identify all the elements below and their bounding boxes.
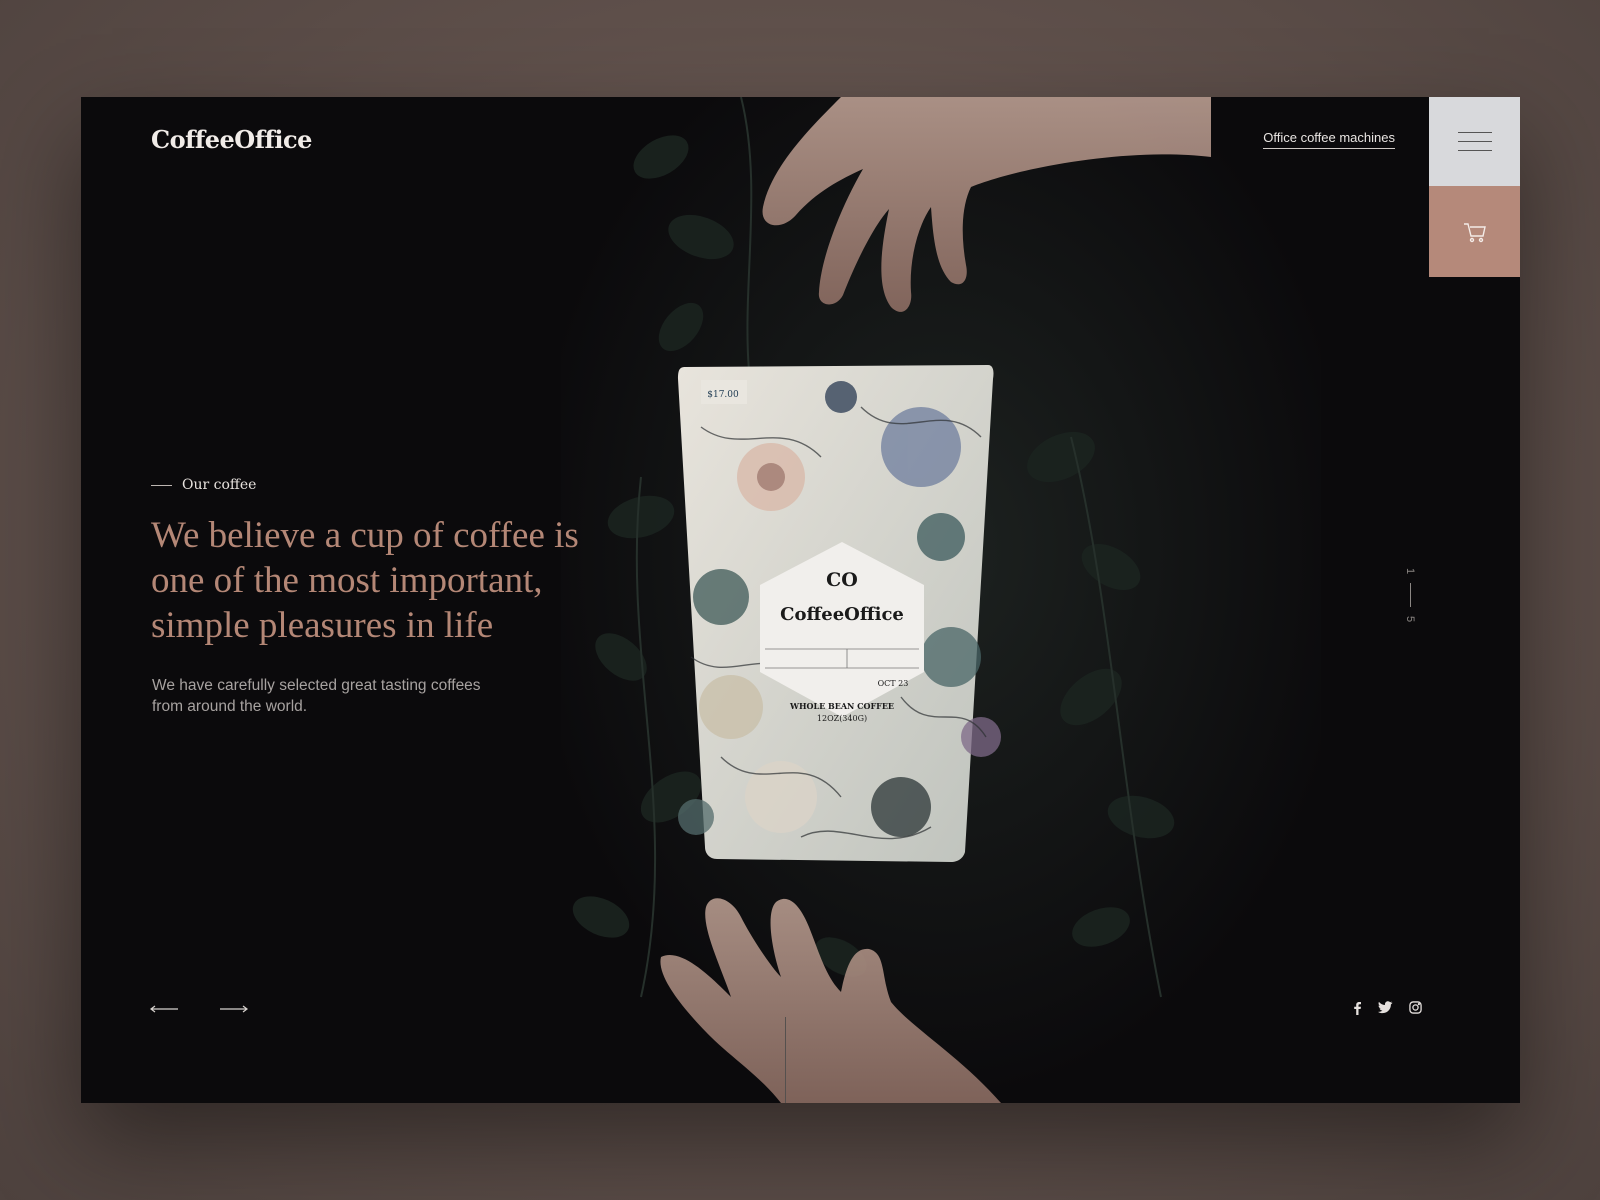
next-arrow-icon[interactable] — [219, 1005, 249, 1013]
eyebrow-label: Our coffee — [182, 477, 257, 493]
site-logo[interactable]: CoffeeOffice — [151, 125, 312, 154]
nav-link-office-coffee-machines[interactable]: Office coffee machines — [1263, 130, 1395, 149]
slide-pager: 1 5 — [1400, 565, 1420, 625]
hero-subtext: We have carefully selected great tasting… — [152, 677, 481, 715]
package-date: OCT 23 — [878, 679, 909, 688]
hero-headline: We believe a cup of coffee is one of the… — [151, 515, 579, 646]
package-weight: 12OZ(340G) — [817, 714, 867, 723]
package-type: WHOLE BEAN COFFEE — [789, 701, 894, 711]
hamburger-icon-line — [1457, 141, 1492, 142]
pager-divider — [1409, 583, 1411, 607]
page-frame: $17.00 CO CoffeeOffice OCT 23 WHOLE BEAN… — [81, 97, 1520, 1103]
scroll-indicator-line — [785, 1017, 786, 1103]
menu-button[interactable] — [1429, 97, 1520, 186]
cart-icon — [1463, 222, 1486, 242]
instagram-icon[interactable] — [1409, 1001, 1422, 1014]
facebook-icon[interactable] — [1352, 1001, 1362, 1015]
pager-total: 5 — [1404, 615, 1416, 623]
pager-current: 1 — [1404, 567, 1416, 575]
hamburger-icon-line — [1457, 132, 1492, 133]
package-brand: CoffeeOffice — [780, 604, 904, 625]
eyebrow-dash — [151, 484, 172, 486]
hamburger-icon-line — [1457, 150, 1492, 151]
prev-arrow-icon[interactable] — [149, 1005, 179, 1013]
package-logo-mark: CO — [826, 569, 858, 591]
cart-button[interactable] — [1429, 186, 1520, 277]
twitter-icon[interactable] — [1378, 1001, 1393, 1014]
package-price: $17.00 — [707, 390, 739, 400]
section-eyebrow: Our coffee — [151, 477, 256, 493]
